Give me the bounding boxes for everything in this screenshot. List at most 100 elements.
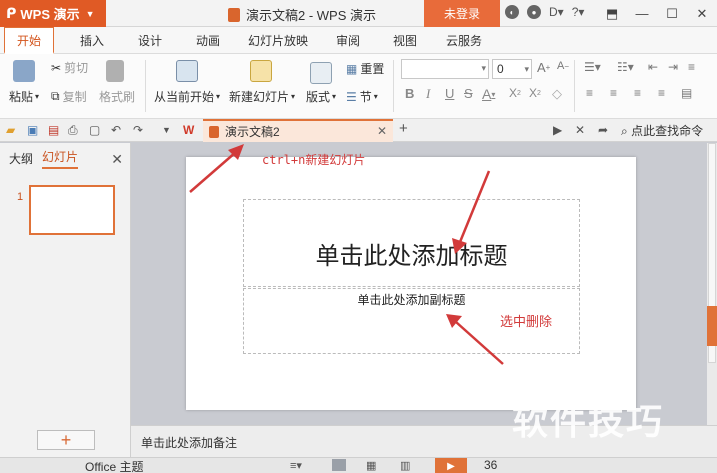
help-icon[interactable]: ?▾ <box>572 5 585 19</box>
section-icon: ☰ <box>346 89 357 104</box>
align-right-button[interactable]: ≡ <box>634 86 641 100</box>
strikethrough-button[interactable]: S <box>464 86 473 101</box>
paste-icon[interactable] <box>13 60 35 82</box>
slideshow-icon[interactable]: ▶ <box>553 123 562 137</box>
share-icon[interactable]: ➦ <box>598 123 608 137</box>
layout-icon[interactable] <box>310 62 332 84</box>
chevron-down-icon: ▾ <box>524 64 529 74</box>
chevron-down-icon[interactable]: ▼ <box>162 125 171 135</box>
align-left-button[interactable]: ≡ <box>586 86 593 100</box>
increase-indent-button[interactable]: ⇥ <box>668 60 678 74</box>
tab-animation[interactable]: 动画 <box>196 27 220 54</box>
wps-logo-icon: ᑭ <box>6 5 17 21</box>
minimize-button[interactable]: — <box>627 0 657 27</box>
annotation-delete: 选中删除 <box>500 314 553 329</box>
wps-home-icon[interactable]: W <box>183 123 194 137</box>
slide-thumbnail[interactable] <box>29 185 115 235</box>
play-slideshow-button[interactable]: ▶ <box>435 458 467 473</box>
section-label: 节 <box>359 90 372 104</box>
line-spacing-button[interactable]: ≡ <box>688 60 695 74</box>
watermark: 软件技巧 <box>512 401 665 442</box>
vertical-scrollbar[interactable] <box>707 143 717 425</box>
search-icon: ⌕ <box>621 124 628 138</box>
close-button[interactable]: ✕ <box>687 0 717 27</box>
underline-button[interactable]: U <box>445 86 454 101</box>
tab-view[interactable]: 视图 <box>393 27 417 54</box>
slides-panel: 大纲 幻灯片 ✕ 1 + <box>0 143 131 457</box>
scissors-icon: ✂ <box>51 60 62 75</box>
distribute-button[interactable]: ▤ <box>681 86 692 100</box>
tab-insert[interactable]: 插入 <box>80 27 104 54</box>
subscript-button[interactable]: X2 <box>529 86 541 100</box>
login-button[interactable]: 未登录 <box>424 0 500 27</box>
tab-slideshow[interactable]: 幻灯片放映 <box>248 27 308 54</box>
tab-slides[interactable]: 幻灯片 <box>42 148 79 169</box>
chevron-down-icon: ▼ <box>85 8 95 19</box>
command-search[interactable]: ⌕ 点此查找命令 <box>621 122 703 139</box>
theme-name: Office 主题 <box>85 460 144 473</box>
justify-button[interactable]: ≡ <box>658 86 665 100</box>
reset-button[interactable]: ▦ 重置 <box>346 60 384 77</box>
numbered-list-button[interactable]: ☷▾ <box>617 60 634 74</box>
new-slide-icon[interactable] <box>250 60 272 82</box>
copy-button[interactable]: ⧉ 复制 <box>51 88 87 105</box>
decrease-indent-button[interactable]: ⇤ <box>648 60 658 74</box>
tools-icon[interactable]: ✕ <box>575 123 585 137</box>
close-icon[interactable]: ✕ <box>111 151 123 168</box>
clear-format-icon[interactable]: ◇ <box>552 86 562 102</box>
shrink-font-button[interactable]: A − <box>557 60 569 72</box>
presentation-file-icon <box>228 7 240 22</box>
maximize-button[interactable]: ☐ <box>657 0 687 27</box>
cut-button[interactable]: ✂ 剪切 <box>51 59 88 76</box>
slide[interactable]: 单击此处添加标题 单击此处添加副标题 <box>186 157 636 410</box>
title-placeholder[interactable]: 单击此处添加标题 <box>243 199 580 287</box>
sorter-view-icon[interactable]: ▦ <box>366 459 380 472</box>
status-bar: Office 主题 ≡▾ ▦ ▥ ▶ 36 <box>0 457 717 473</box>
projector-icon[interactable] <box>176 60 198 82</box>
open-folder-icon[interactable]: ▰ <box>6 123 15 137</box>
section-button[interactable]: ☰ 节 ▾ <box>346 88 378 105</box>
print-preview-icon[interactable]: ▢ <box>89 123 100 137</box>
add-slide-button[interactable]: + <box>37 430 95 450</box>
tab-outline[interactable]: 大纲 <box>9 150 33 167</box>
tab-review[interactable]: 审阅 <box>336 27 360 54</box>
close-icon[interactable]: ✕ <box>377 124 387 138</box>
align-center-button[interactable]: ≡ <box>610 86 617 100</box>
export-pdf-icon[interactable]: ▤ <box>48 123 59 137</box>
reset-label: 重置 <box>360 62 385 76</box>
print-icon[interactable]: ⎙ <box>68 123 78 138</box>
format-painter-button[interactable]: 格式刷 <box>99 88 135 105</box>
reading-view-icon[interactable]: ▥ <box>400 459 414 472</box>
command-search-label: 点此查找命令 <box>631 124 704 138</box>
font-size-select[interactable]: 0 ▾ <box>492 59 532 79</box>
message-icon[interactable]: ● <box>527 5 541 19</box>
paste-button[interactable]: 粘贴 ▾ <box>9 88 39 105</box>
presentation-file-icon <box>209 125 219 138</box>
tab-cloud[interactable]: 云服务 <box>446 27 482 54</box>
bullet-list-button[interactable]: ☰▾ <box>584 60 601 74</box>
redo-icon[interactable]: ↷ <box>133 123 143 137</box>
undo-icon[interactable]: ↶ <box>111 123 121 137</box>
menu-tabs: 开始 插入 设计 动画 幻灯片放映 审阅 视图 云服务 <box>0 27 717 54</box>
tab-home[interactable]: 开始 <box>4 27 55 54</box>
font-color-button[interactable]: A ▾ <box>482 86 495 102</box>
new-slide-button[interactable]: 新建幻灯片 ▾ <box>229 88 295 105</box>
save-icon[interactable]: ▣ <box>27 123 38 137</box>
notes-toggle-icon[interactable]: ≡▾ <box>290 459 304 472</box>
skin-icon[interactable]: ◐ <box>505 5 519 19</box>
grow-font-button[interactable]: A + <box>537 60 550 75</box>
from-current-button[interactable]: 从当前开始 ▾ <box>154 88 220 105</box>
layout-button[interactable]: 版式 ▾ <box>306 88 336 105</box>
document-tab[interactable]: 演示文稿2 ✕ <box>203 119 393 142</box>
normal-view-icon[interactable] <box>332 459 346 471</box>
superscript-button[interactable]: X2 <box>509 86 521 100</box>
font-family-select[interactable]: ▾ <box>401 59 489 79</box>
new-tab-icon[interactable]: + <box>399 120 408 137</box>
format-painter-icon[interactable] <box>106 60 124 82</box>
wps-app-menu-button[interactable]: ᑭ WPS 演示 ▼ <box>0 0 106 27</box>
tab-design[interactable]: 设计 <box>138 27 162 54</box>
restore-window-icon[interactable]: ⬒ <box>597 0 627 27</box>
download-icon[interactable]: D▾ <box>549 5 564 19</box>
bold-button[interactable]: B <box>405 86 414 101</box>
italic-button[interactable]: I <box>426 86 430 102</box>
